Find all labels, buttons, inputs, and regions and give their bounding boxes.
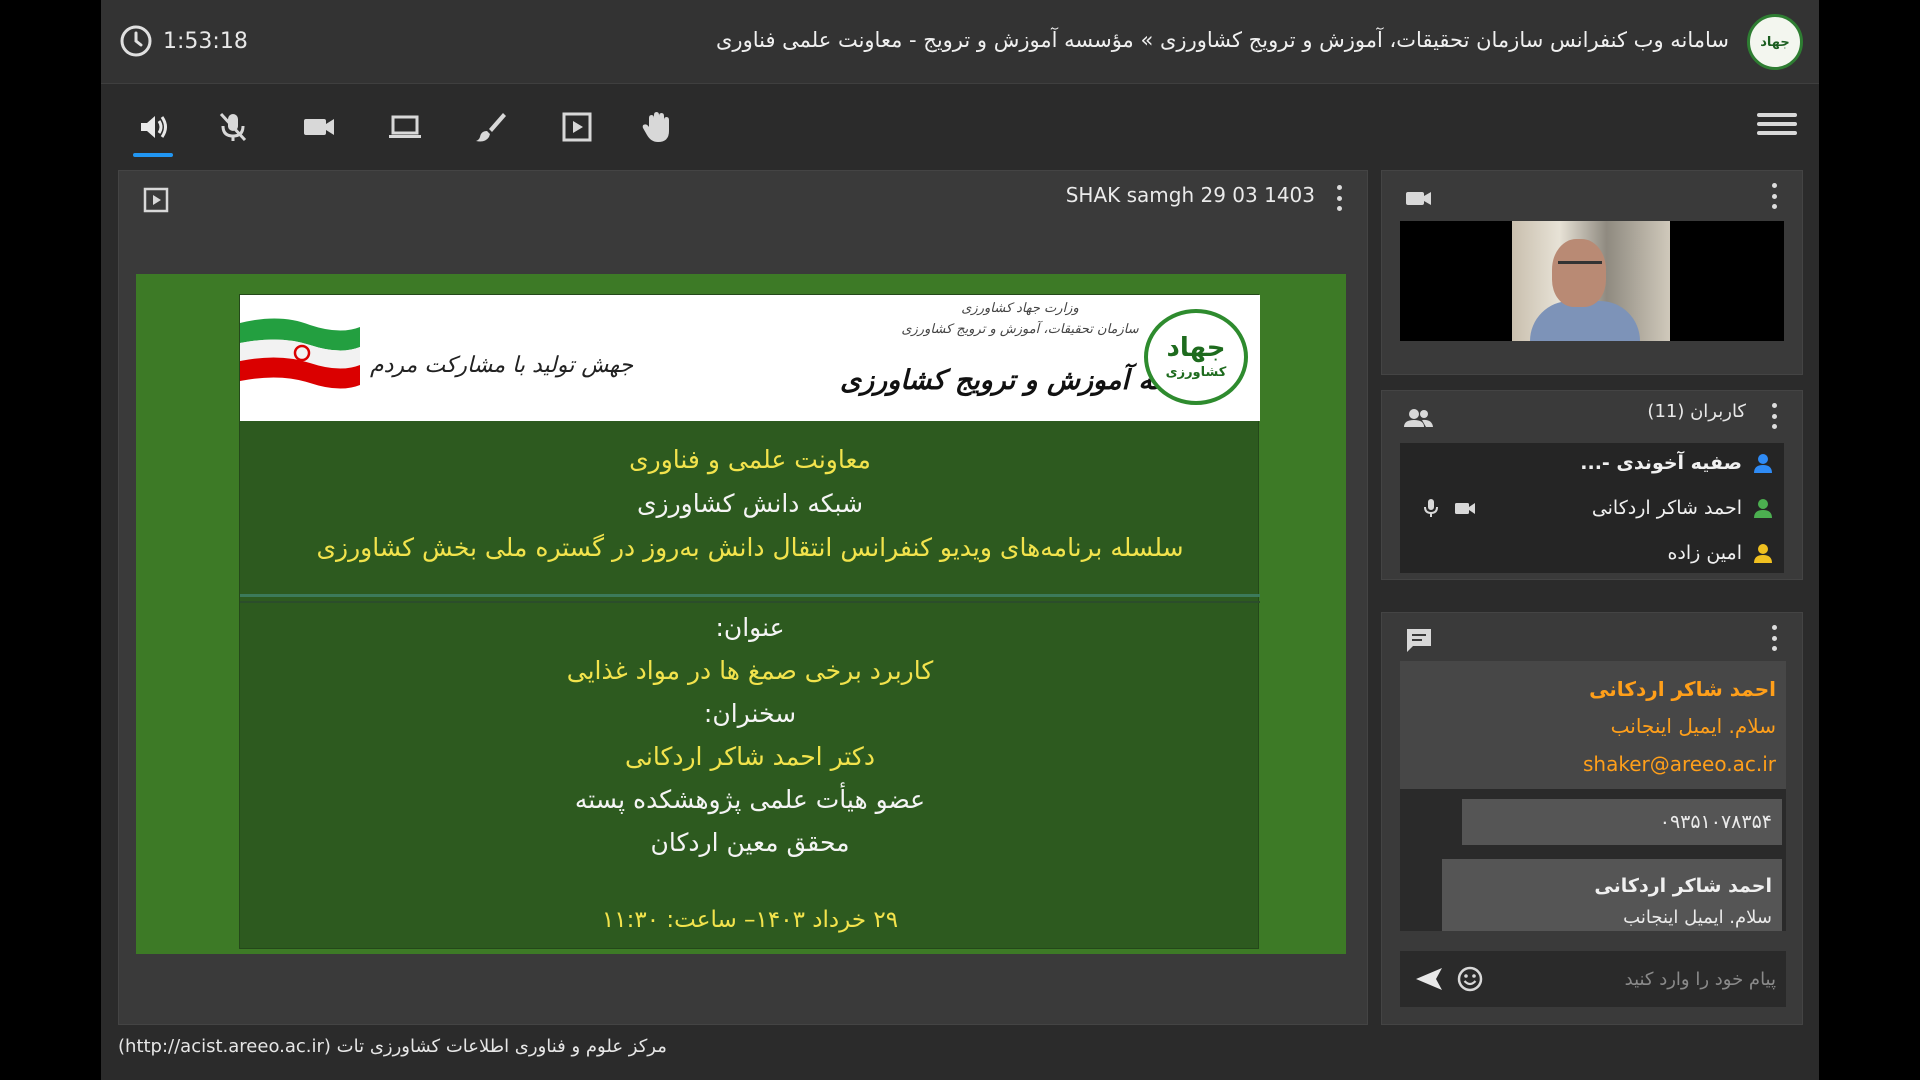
slide-title: کاربرد برخی صمغ ها در مواد غذایی <box>566 656 934 685</box>
slide-header-section: معاونت علمی و فناوری شبکه دانش کشاورزی س… <box>240 425 1260 597</box>
user-row[interactable]: امین زاده <box>1400 533 1784 573</box>
microphone-button[interactable] <box>209 103 257 151</box>
minimize-presentation-icon[interactable] <box>141 185 171 215</box>
banner-slogan: جهش تولید با مشارکت مردم <box>370 353 634 378</box>
jahad-logo-line2: کشاورزی <box>1165 364 1227 380</box>
video-camera-icon <box>1406 192 1431 205</box>
brush-icon <box>476 113 506 142</box>
user-icon <box>1754 499 1772 518</box>
slide-details-section: عنوان: کاربرد برخی صمغ ها در مواد غذایی … <box>240 601 1260 949</box>
header-bar: 1:53:18 سامانه وب کنفرانس سازمان تحقیقات… <box>101 0 1819 84</box>
video-panel <box>1381 170 1803 375</box>
presentation-options-icon[interactable] <box>1335 185 1343 211</box>
slide-line-series: سلسله برنامه‌های ویدیو کنفرانس انتقال دا… <box>316 533 1184 562</box>
slide-content: جهش تولید با مشارکت مردم وزارت جهاد کشاو… <box>239 294 1260 949</box>
screen-share-button[interactable] <box>381 103 429 151</box>
video-options-icon[interactable] <box>1770 183 1778 209</box>
toolbar <box>101 85 1819 167</box>
slide: جهش تولید با مشارکت مردم وزارت جهاد کشاو… <box>136 274 1346 954</box>
user-row[interactable]: صفیه آخوندی -... <box>1400 443 1784 483</box>
slide-date: ۲۹ خرداد ۱۴۰۳– ساعت: ۱۱:۳۰ <box>601 907 899 933</box>
session-timer: 1:53:18 <box>119 24 248 58</box>
chat-options-icon[interactable] <box>1770 625 1778 651</box>
camera-button[interactable] <box>295 103 343 151</box>
footer-credit: مرکز علوم و فناوری اطلاعات کشاورزی تات (… <box>118 1036 667 1057</box>
chat-panel: احمد شاکر اردکانی سلام. ایمیل اینجانب sh… <box>1381 612 1803 1025</box>
organization-logo: جهاد <box>1747 14 1803 70</box>
mic-off-icon <box>219 112 247 142</box>
web-conference-app: 1:53:18 سامانه وب کنفرانس سازمان تحقیقات… <box>101 0 1819 1080</box>
slide-line-network: شبکه دانش کشاورزی <box>636 489 864 518</box>
chat-input-bar <box>1400 951 1786 1007</box>
raise-hand-button[interactable] <box>633 103 681 151</box>
chat-message: احمد شاکر اردکانی سلام. ایمیل اینجانب <box>1442 859 1782 931</box>
emoji-icon[interactable] <box>1456 965 1484 993</box>
chat-message: احمد شاکر اردکانی سلام. ایمیل اینجانب sh… <box>1400 661 1786 789</box>
user-icon <box>1754 544 1772 563</box>
presentation-panel: SHAK samgh 29 03 1403 جهش تولید با مشارک… <box>118 170 1368 1025</box>
jahad-logo: جهاد کشاورزی <box>1144 309 1248 405</box>
whiteboard-button[interactable] <box>467 103 515 151</box>
user-name: احمد شاکر اردکانی <box>1591 497 1742 519</box>
send-icon[interactable] <box>1414 965 1444 993</box>
iran-flag-image <box>240 318 360 389</box>
chat-text: سلام. ایمیل اینجانب <box>1623 907 1772 928</box>
user-row[interactable]: احمد شاکر اردکانی <box>1400 488 1784 528</box>
users-title: کاربران (11) <box>1647 401 1746 422</box>
chat-message: ۰۹۳۵۱۰۷۸۳۵۴ <box>1462 799 1782 845</box>
banner-ministry-line1: وزارت جهاد کشاورزی <box>961 301 1079 316</box>
users-icon <box>1404 409 1433 427</box>
camera-icon <box>1455 503 1475 514</box>
screen-share-icon <box>389 115 421 138</box>
banner-ministry: وزارت جهاد کشاورزی سازمان تحقیقات، آموزش… <box>890 299 1150 341</box>
jahad-logo-line1: جهاد <box>1166 332 1226 363</box>
slide-speaker-role: عضو هیأت علمی پژوهشکده پسته <box>574 785 926 814</box>
chat-icon <box>1407 629 1431 652</box>
user-media-status <box>1420 497 1476 519</box>
menu-icon <box>1757 113 1797 135</box>
user-name: امین زاده <box>1667 542 1742 564</box>
menu-button[interactable] <box>1757 109 1797 145</box>
user-name: صفیه آخوندی -... <box>1580 452 1742 474</box>
presentation-name: SHAK samgh 29 03 1403 <box>1065 183 1315 207</box>
chat-text: سلام. ایمیل اینجانب <box>1610 714 1776 738</box>
webcam-participant-image <box>1512 221 1670 341</box>
microphone-icon <box>1424 499 1438 517</box>
chat-sender: احمد شاکر اردکانی <box>1594 875 1772 897</box>
slide-speaker-affiliation: محقق معین اردکان <box>650 828 850 857</box>
chat-message-input[interactable] <box>1486 959 1776 999</box>
speaker-icon <box>141 116 167 138</box>
chat-email: shaker@areeo.ac.ir <box>1582 752 1776 776</box>
webcam-video[interactable] <box>1400 221 1784 341</box>
camera-icon <box>304 119 334 135</box>
users-options-icon[interactable] <box>1770 403 1778 429</box>
chat-text: ۰۹۳۵۱۰۷۸۳۵۴ <box>1659 811 1772 833</box>
session-time: 1:53:18 <box>163 28 248 54</box>
chat-sender: احمد شاکر اردکانی <box>1589 677 1776 701</box>
presentation-icon <box>562 112 592 142</box>
banner-ministry-line2: سازمان تحقیقات، آموزش و ترویج کشاورزی <box>901 321 1139 337</box>
clock-icon <box>120 25 152 57</box>
users-list: صفیه آخوندی -... احمد شاکر اردکانی امین … <box>1400 443 1784 573</box>
slide-line-deputy: معاونت علمی و فناوری <box>629 445 871 474</box>
speaker-button[interactable] <box>129 103 177 157</box>
slide-speaker-label: سخنران: <box>703 699 797 728</box>
user-icon <box>1754 454 1772 473</box>
app-title: سامانه وب کنفرانس سازمان تحقیقات، آموزش … <box>715 28 1729 52</box>
slide-title-label: عنوان: <box>715 613 785 642</box>
presentation-button[interactable] <box>553 103 601 151</box>
logo-text: جهاد <box>1760 34 1790 50</box>
slide-banner: جهش تولید با مشارکت مردم وزارت جهاد کشاو… <box>240 295 1260 421</box>
chat-messages: احمد شاکر اردکانی سلام. ایمیل اینجانب sh… <box>1400 661 1786 931</box>
raise-hand-icon <box>642 112 669 142</box>
users-panel: کاربران (11) صفیه آخوندی -... احمد شاکر … <box>1381 390 1803 580</box>
slide-speaker: دکتر احمد شاکر اردکانی <box>625 742 875 771</box>
